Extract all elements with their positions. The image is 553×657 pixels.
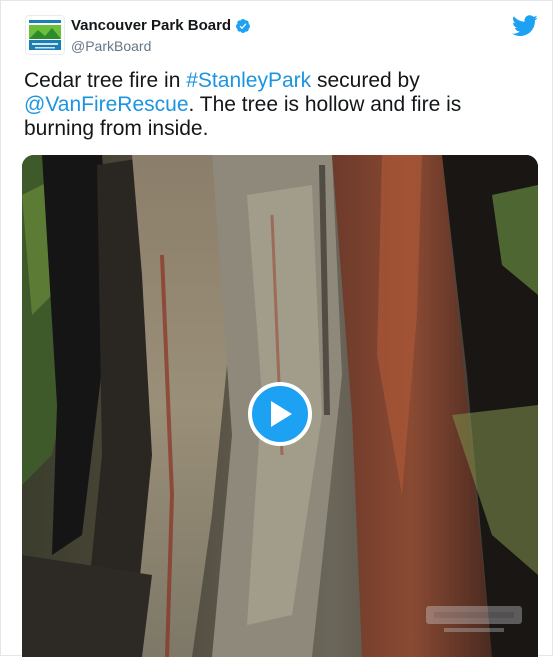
twitter-bird-icon[interactable] <box>512 15 538 37</box>
play-button[interactable] <box>248 382 312 446</box>
video-thumbnail[interactable] <box>22 155 538 657</box>
author-names: Vancouver Park Board @ParkBoard <box>71 17 251 55</box>
hashtag-link[interactable]: #StanleyPark <box>186 69 311 92</box>
park-board-logo <box>26 16 64 54</box>
tweet-text-part: Cedar tree fire in <box>24 69 187 92</box>
mention-link[interactable]: @VanFireRescue <box>24 93 189 116</box>
display-name[interactable]: Vancouver Park Board <box>71 17 231 35</box>
author-name-row[interactable]: Vancouver Park Board <box>71 17 251 35</box>
tweet-card: Vancouver Park Board @ParkBoard Cedar tr… <box>0 0 553 657</box>
play-icon <box>271 401 292 427</box>
watermark-logo <box>426 606 522 632</box>
tweet-text: Cedar tree fire in #StanleyPark secured … <box>24 69 534 141</box>
avatar[interactable] <box>25 15 65 55</box>
tweet-header: Vancouver Park Board @ParkBoard <box>25 15 538 55</box>
verified-badge-icon <box>235 18 251 34</box>
author-handle[interactable]: @ParkBoard <box>71 37 251 55</box>
tweet-text-part: secured by <box>311 69 420 92</box>
